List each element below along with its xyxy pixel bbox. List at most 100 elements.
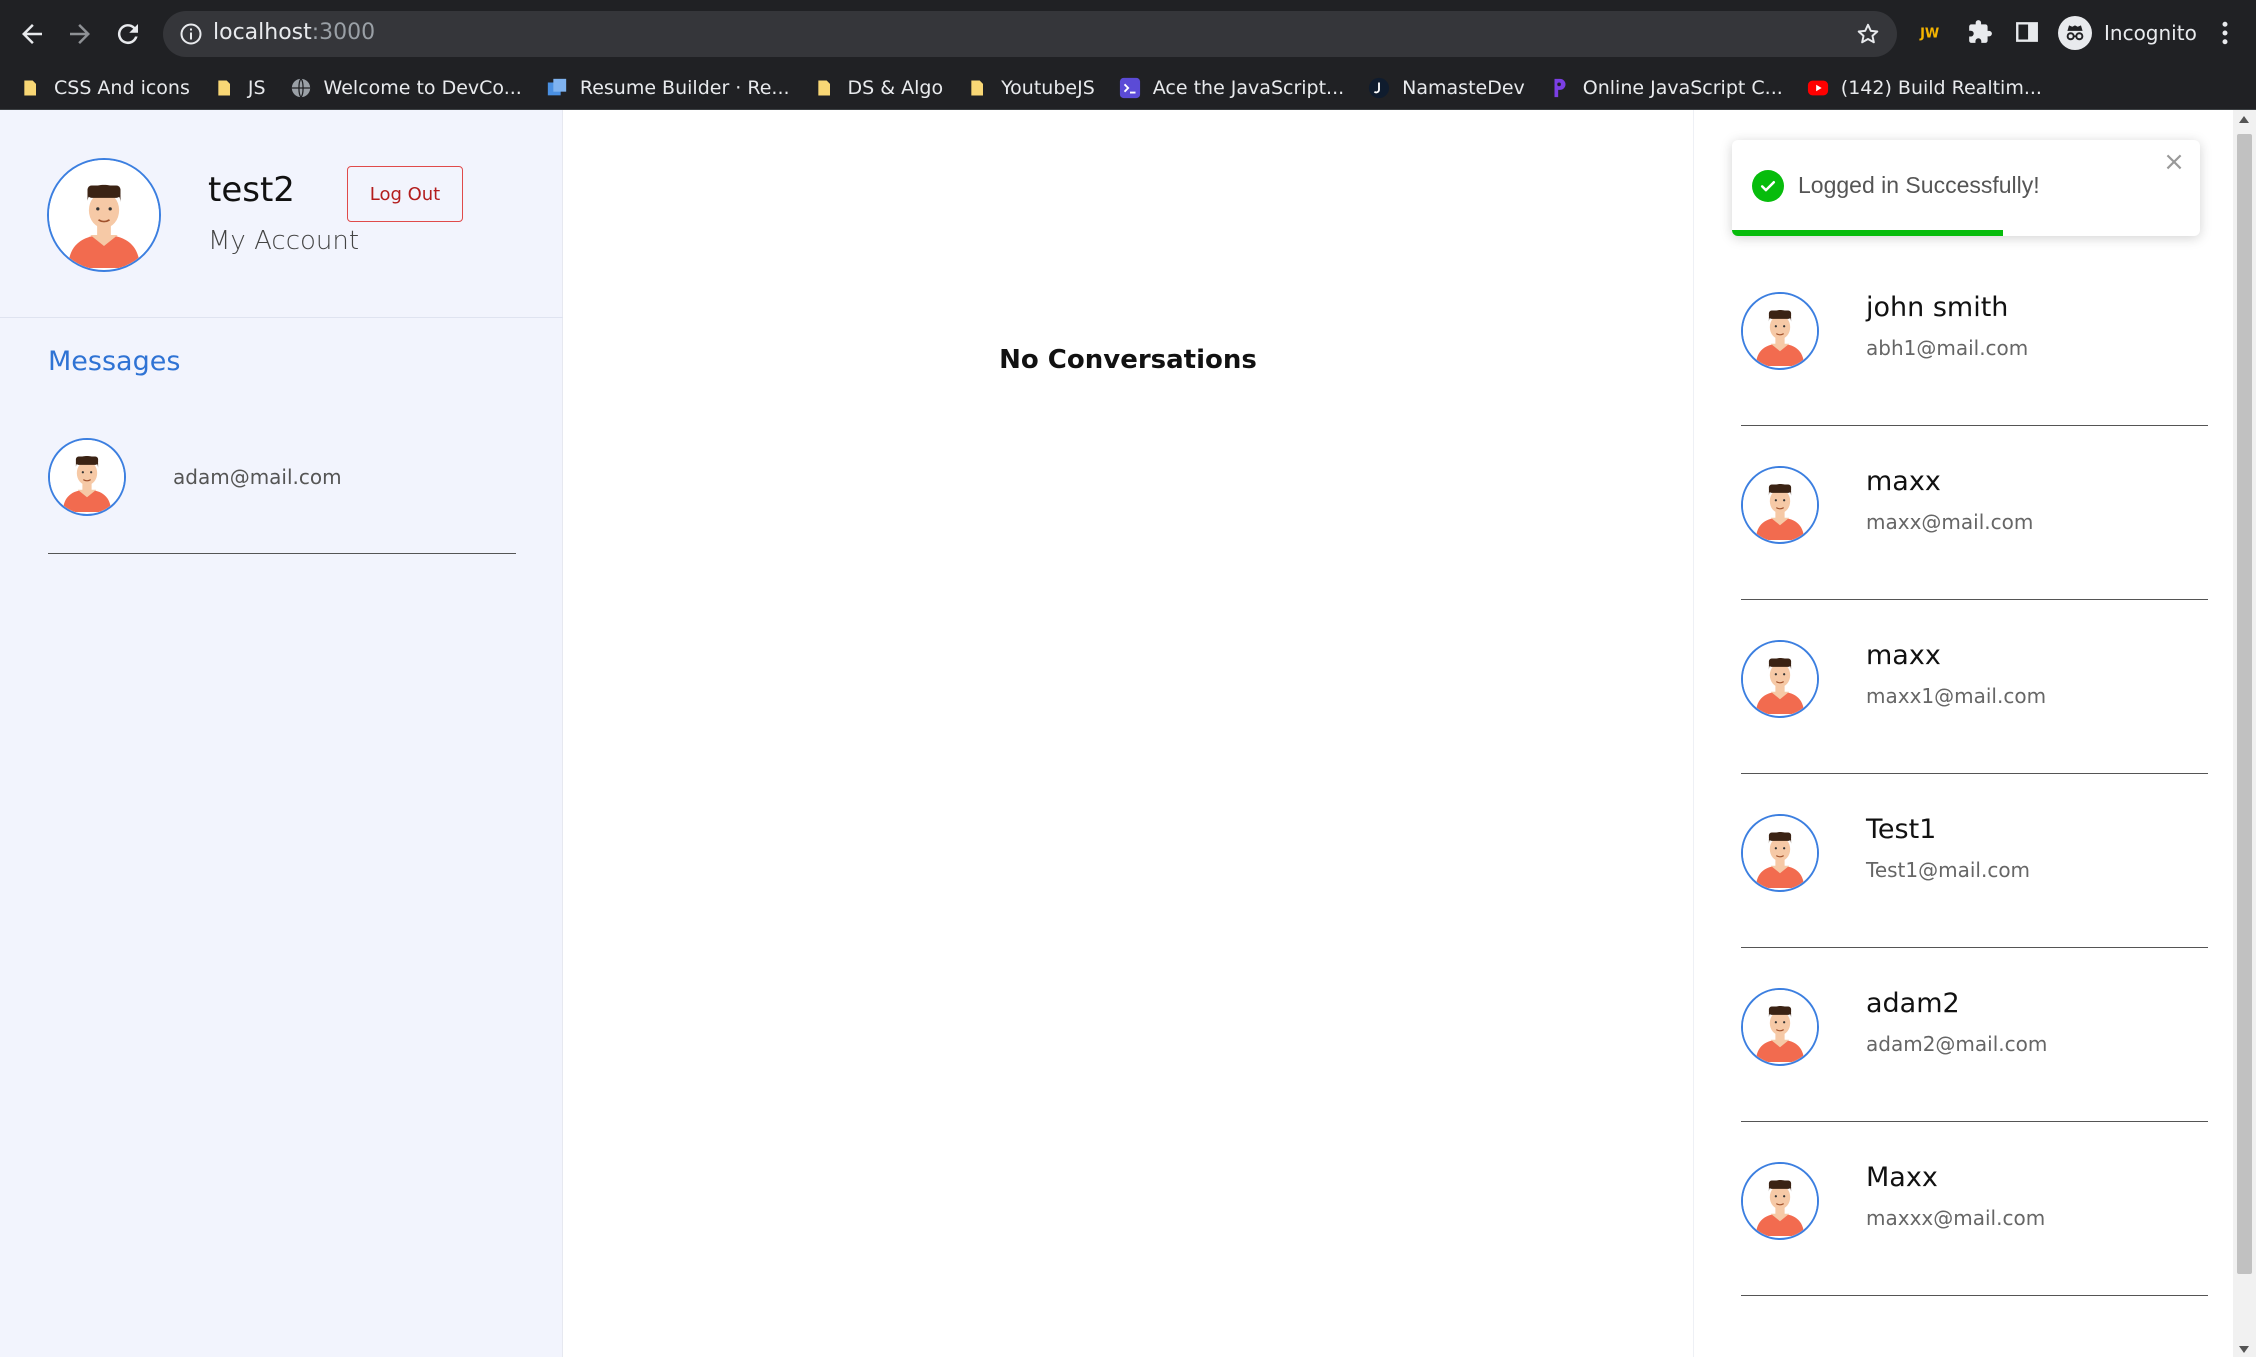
left-sidebar: test2 My Account Log Out Messages adam@m… <box>0 110 563 1357</box>
incognito-icon <box>2058 16 2092 50</box>
avatar-icon <box>1743 294 1817 367</box>
person-name: adam2 <box>1866 988 1960 1019</box>
bookmark-item[interactable]: YoutubeJS <box>967 77 1095 99</box>
forward-arrow-icon <box>70 24 90 44</box>
bookmark-label: (142) Build Realtim... <box>1840 76 2042 99</box>
bookmark-item[interactable]: Welcome to DevCo... <box>290 77 522 99</box>
incognito-profile[interactable]: Incognito <box>2058 13 2197 53</box>
reload-button[interactable] <box>108 14 148 54</box>
bookmark-label: Ace the JavaScript... <box>1152 76 1345 99</box>
bookmark-item[interactable]: NamasteDev <box>1368 77 1525 99</box>
bookmark-item[interactable]: CSS And icons <box>20 77 190 99</box>
bookmark-label: Welcome to DevCo... <box>323 76 522 99</box>
avatar-icon <box>1743 1164 1817 1237</box>
scroll-up-icon[interactable] <box>2239 116 2249 123</box>
bookmark-item[interactable]: DS & Algo <box>814 76 944 99</box>
avatar-icon <box>49 160 159 269</box>
bookmark-item[interactable]: JS <box>214 77 266 99</box>
success-check-icon <box>1752 170 1784 202</box>
terminal-icon <box>1119 77 1141 99</box>
toast-progress-bar <box>1732 230 2004 236</box>
bookmark-item[interactable]: (142) Build Realtim... <box>1807 77 2042 99</box>
user-avatar <box>47 158 161 272</box>
bookmark-star-icon[interactable] <box>1855 21 1881 47</box>
page-scrollbar[interactable] <box>2233 110 2256 1357</box>
toast-close-icon[interactable]: × <box>2162 149 2186 175</box>
address-bar[interactable]: localhost:3000 <box>163 11 1897 57</box>
person-avatar <box>1741 466 1819 544</box>
avatar-icon <box>1743 642 1817 715</box>
person-email: maxx@mail.com <box>1866 510 2034 534</box>
back-button[interactable] <box>12 14 52 54</box>
account-subtitle: My Account <box>208 226 360 256</box>
side-panel-icon[interactable] <box>2012 17 2042 47</box>
resume-icon <box>546 77 568 99</box>
svg-text:JW: JW <box>1919 26 1939 41</box>
person-avatar <box>1741 292 1819 370</box>
bookmark-label: YoutubeJS <box>1001 76 1095 99</box>
person-name: Maxx <box>1866 1162 1938 1193</box>
site-info-icon[interactable] <box>179 22 203 46</box>
conversation-email: adam@mail.com <box>173 465 342 489</box>
bookmark-label: Resume Builder · Re... <box>579 76 790 99</box>
logout-button[interactable]: Log Out <box>347 166 463 222</box>
avatar-icon <box>1743 990 1817 1063</box>
person-avatar <box>1741 988 1819 1066</box>
bookmark-label: NamasteDev <box>1402 76 1525 99</box>
person-email: maxxx@mail.com <box>1866 1206 2046 1230</box>
person-email: adam2@mail.com <box>1866 1032 2048 1056</box>
person-item[interactable]: maxx maxx1@mail.com <box>1741 600 2208 774</box>
avatar-icon <box>1743 468 1817 541</box>
browser-toolbar: localhost:3000 JW Incognito <box>0 0 2256 66</box>
person-avatar <box>1741 640 1819 718</box>
success-toast: Logged in Successfully! × <box>1732 140 2200 236</box>
scroll-down-icon[interactable] <box>2239 1346 2249 1353</box>
username: test2 <box>208 170 295 210</box>
folder-icon <box>814 77 836 99</box>
person-name: maxx <box>1866 466 1941 497</box>
person-item[interactable]: maxx maxx@mail.com <box>1741 426 2208 600</box>
chat-app: test2 My Account Log Out Messages adam@m… <box>0 110 2256 1357</box>
avatar-icon <box>1743 816 1817 889</box>
bookmark-item[interactable]: Ace the JavaScript... <box>1119 77 1344 99</box>
person-item[interactable]: adam2 adam2@mail.com <box>1741 948 2208 1122</box>
bookmark-item[interactable]: Resume Builder · Re... <box>546 77 790 99</box>
folder-icon <box>214 77 236 99</box>
namastedev-icon <box>1368 77 1390 99</box>
forward-button[interactable] <box>60 14 100 54</box>
browser-menu-icon[interactable] <box>2210 18 2240 48</box>
avatar-icon <box>50 440 124 513</box>
chat-panel: No Conversations <box>563 110 1693 1357</box>
person-email: maxx1@mail.com <box>1866 684 2047 708</box>
messages-heading: Messages <box>48 346 181 377</box>
profile-label: Incognito <box>2104 21 2197 45</box>
folder-icon <box>967 77 989 99</box>
back-arrow-icon <box>22 24 42 44</box>
bookmark-label: JS <box>247 76 266 99</box>
person-name: Test1 <box>1866 814 1937 845</box>
person-email: abh1@mail.com <box>1866 336 2029 360</box>
conversation-item[interactable]: adam@mail.com <box>48 426 516 554</box>
code-icon <box>1549 77 1571 99</box>
bookmark-label: DS & Algo <box>847 76 944 99</box>
youtube-icon <box>1807 77 1829 99</box>
person-avatar <box>1741 1162 1819 1240</box>
bookmark-label: Online JavaScript C... <box>1582 76 1783 99</box>
person-item[interactable]: Test1 Test1@mail.com <box>1741 774 2208 948</box>
extensions-puzzle-icon[interactable] <box>1965 17 1995 47</box>
toast-message: Logged in Successfully! <box>1798 172 2040 198</box>
person-item[interactable]: Maxx maxxx@mail.com <box>1741 1122 2208 1296</box>
people-panel: john smith abh1@mail.com maxx maxx@mail.com… <box>1693 110 2233 1357</box>
person-avatar <box>1741 814 1819 892</box>
bookmark-label: CSS And icons <box>54 76 190 99</box>
extension-icon[interactable]: JW <box>1917 17 1947 47</box>
bookmark-item[interactable]: Online JavaScript C... <box>1549 77 1783 99</box>
scrollbar-thumb[interactable] <box>2237 134 2252 1274</box>
person-name: maxx <box>1866 640 1941 671</box>
no-conversations-label: No Conversations <box>999 345 1257 375</box>
folder-icon <box>20 77 42 99</box>
person-name: john smith <box>1866 292 2009 323</box>
person-item[interactable]: john smith abh1@mail.com <box>1741 252 2208 426</box>
profile-section: test2 My Account Log Out <box>0 110 563 318</box>
bookmarks-bar: CSS And icons JS Welcome to DevCo... Resume… <box>0 66 2256 110</box>
